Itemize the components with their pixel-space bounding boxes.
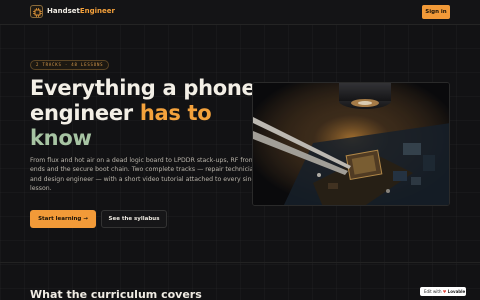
brand-name[interactable]: HandsetEngineer xyxy=(47,7,115,15)
start-learning-label: Start learning xyxy=(38,216,82,222)
section-divider xyxy=(0,262,480,263)
tracks-badge: 2 TRACKS · 48 LESSONS xyxy=(30,60,110,70)
edit-with-lovable-badge[interactable]: Edit with ♥ Lovable xyxy=(420,287,466,296)
top-nav: HandsetEngineer Sign in xyxy=(0,0,480,25)
hero-description: From flux and hot air on a dead logic bo… xyxy=(30,157,261,193)
lovable-brand-label: Lovable xyxy=(447,289,466,294)
curriculum-section-title: What the curriculum covers xyxy=(30,288,202,300)
chip-icon[interactable] xyxy=(30,5,43,18)
headline-highlight: has to xyxy=(139,101,212,125)
heart-icon: ♥ xyxy=(442,289,447,294)
hero-image-circuit-board xyxy=(252,82,450,206)
arrow-right-icon: → xyxy=(83,216,88,222)
see-syllabus-button[interactable]: See the syllabus xyxy=(101,210,167,228)
hero-headline: Everything a phone engineer has to know xyxy=(30,76,260,151)
headline-last-word: know xyxy=(30,126,92,150)
brand-name-part1: Handset xyxy=(47,7,80,15)
edit-with-label: Edit with xyxy=(424,289,442,294)
brand-name-part2: Engineer xyxy=(79,7,115,15)
start-learning-button[interactable]: Start learning → xyxy=(30,210,96,228)
sign-in-button[interactable]: Sign in xyxy=(422,5,450,19)
